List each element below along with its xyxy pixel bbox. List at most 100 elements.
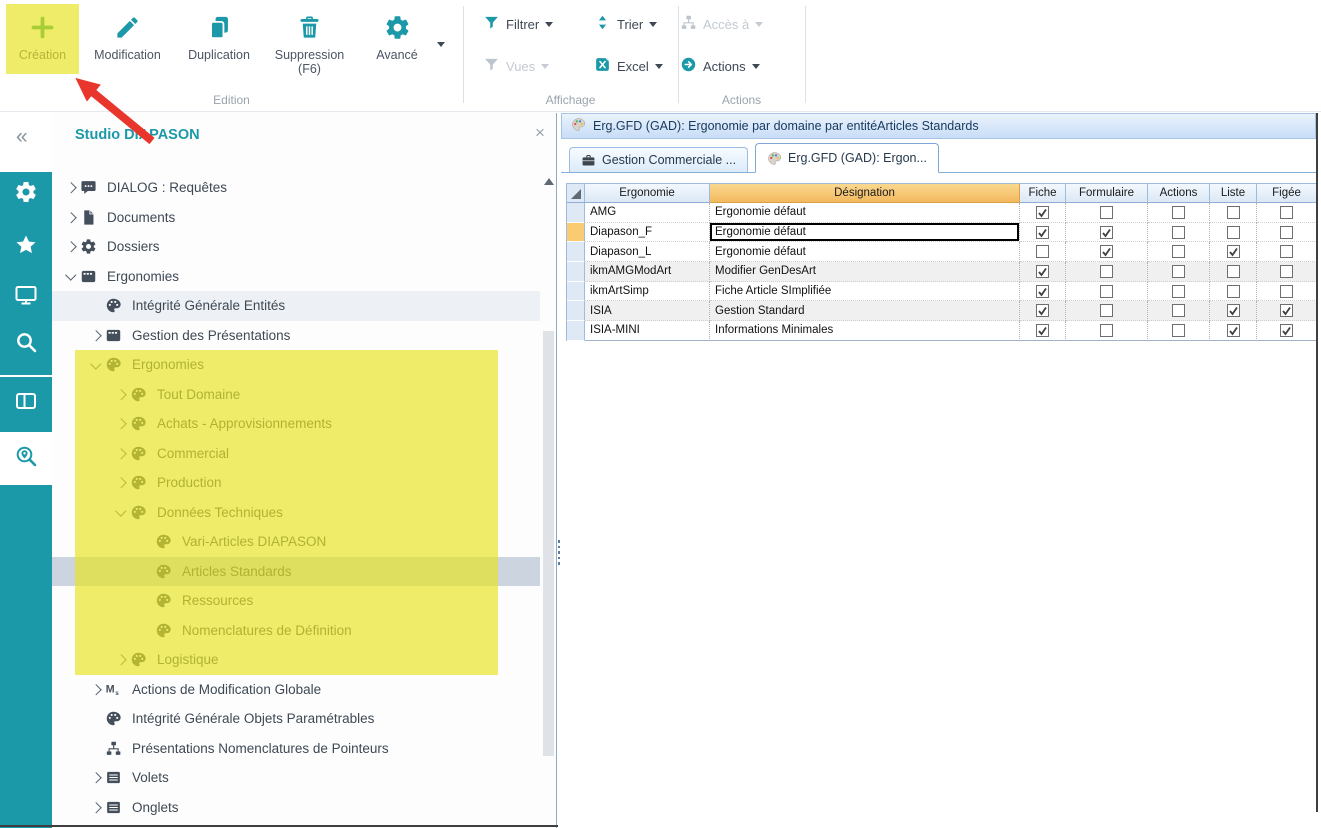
cell-designation[interactable]: Fiche Article SImplifiée [710,282,1020,302]
row-header[interactable] [567,282,585,302]
close-icon[interactable]: × [535,123,545,143]
checkbox-formulaire[interactable] [1066,301,1148,321]
tree-item-volets[interactable]: Volets [52,763,540,793]
tree-item-nomenclatures-de-definition[interactable]: Nomenclatures de Définition [52,616,540,646]
checkbox-figee[interactable] [1257,282,1317,302]
checkbox-actions[interactable] [1148,321,1210,341]
column-header-designation[interactable]: Désignation [710,183,1020,203]
ribbon-button-avance[interactable]: Avancé [357,2,437,76]
cell-ergonomie[interactable]: ikmAMGModArt [585,262,710,282]
checkbox-formulaire[interactable] [1066,321,1148,341]
chevron-down-icon[interactable] [62,274,80,279]
column-header-fiche[interactable]: Fiche [1020,183,1066,203]
cell-designation[interactable]: Ergonomie défaut [710,242,1020,262]
column-header-liste[interactable]: Liste [1210,183,1257,203]
grid-corner-cell[interactable] [567,183,585,203]
tree-scrollbar[interactable] [542,173,555,828]
tree-item-articles-standards[interactable]: Articles Standards [52,557,540,587]
tree-item-dialog-requetes[interactable]: DIALOG : Requêtes [52,173,540,203]
checkbox-liste[interactable] [1210,301,1257,321]
chevron-right-icon[interactable] [112,656,130,664]
cell-ergonomie[interactable]: ISIA [585,301,710,321]
tree-item-donnees-techniques[interactable]: Données Techniques [52,498,540,528]
chevron-right-icon[interactable] [62,184,80,192]
tab-erg-gfd-gad-ergon[interactable]: Erg.GFD (GAD): Ergon... [755,143,939,173]
ribbon-button-actions[interactable]: Actions [680,56,760,76]
checkbox-liste[interactable] [1210,282,1257,302]
checkbox-liste[interactable] [1210,262,1257,282]
tree-item-documents[interactable]: Documents [52,203,540,233]
chevron-right-icon[interactable] [87,686,105,694]
row-header[interactable] [567,321,585,341]
activity-item-monitor[interactable] [0,273,52,321]
tree-item-integrite-generale-objets-parametrables[interactable]: Intégrité Générale Objets Paramétrables [52,704,540,734]
checkbox-liste[interactable] [1210,242,1257,262]
cell-ergonomie[interactable]: ISIA-MINI [585,321,710,341]
tab-gestion-commerciale[interactable]: Gestion Commerciale ... [569,147,748,172]
column-header-ergonomie[interactable]: Ergonomie [585,183,710,203]
ribbon-button-creation[interactable]: Création [6,2,79,76]
checkbox-figee[interactable] [1257,203,1317,223]
checkbox-fiche[interactable] [1020,262,1066,282]
chevron-right-icon[interactable] [112,479,130,487]
tree-item-onglets[interactable]: Onglets [52,793,540,823]
tree-item-presentations-nomenclatures-de-pointeurs[interactable]: Présentations Nomenclatures de Pointeurs [52,734,540,764]
collapse-panel-icon[interactable]: « [16,125,28,149]
cell-ergonomie[interactable]: ikmArtSimp [585,282,710,302]
cell-designation[interactable]: Informations Minimales [710,321,1020,341]
chevron-down-icon[interactable] [112,510,130,515]
tree-item-commercial[interactable]: Commercial [52,439,540,469]
checkbox-actions[interactable] [1148,301,1210,321]
checkbox-figee[interactable] [1257,301,1317,321]
ribbon-button-suppression[interactable]: Suppression(F6) [262,2,357,76]
ribbon-button-excel[interactable]: Excel [594,56,663,76]
checkbox-liste[interactable] [1210,321,1257,341]
checkbox-fiche[interactable] [1020,242,1066,262]
tree-item-ressources[interactable]: Ressources [52,586,540,616]
ribbon-button-duplication[interactable]: Duplication [176,2,262,76]
row-header[interactable] [567,262,585,282]
checkbox-figee[interactable] [1257,223,1317,243]
tree-item-achats-approvisionnements[interactable]: Achats - Approvisionnements [52,409,540,439]
tree-item-dossiers[interactable]: Dossiers [52,232,540,262]
cell-ergonomie[interactable]: Diapason_F [585,223,710,243]
cell-designation[interactable]: Ergonomie défaut [710,203,1020,223]
checkbox-actions[interactable] [1148,203,1210,223]
tree-item-ergonomies[interactable]: Ergonomies [52,262,540,292]
checkbox-fiche[interactable] [1020,301,1066,321]
checkbox-actions[interactable] [1148,282,1210,302]
cell-ergonomie[interactable]: Diapason_L [585,242,710,262]
activity-item-wheel[interactable] [0,170,52,218]
activity-item-columns[interactable] [0,379,52,427]
checkbox-formulaire[interactable] [1066,282,1148,302]
chevron-right-icon[interactable] [62,243,80,251]
checkbox-figee[interactable] [1257,262,1317,282]
column-header-actions[interactable]: Actions [1148,183,1210,203]
checkbox-formulaire[interactable] [1066,223,1148,243]
chevron-right-icon[interactable] [112,450,130,458]
tree-item-gestion-des-presentations[interactable]: Gestion des Présentations [52,321,540,351]
row-header[interactable] [567,301,585,321]
column-header-figee[interactable]: Figée [1257,183,1317,203]
tree-item-actions-de-modification-globale[interactable]: Ms Actions de Modification Globale [52,675,540,705]
checkbox-actions[interactable] [1148,242,1210,262]
tree-item-tout-domaine[interactable]: Tout Domaine [52,380,540,410]
cell-designation[interactable]: Gestion Standard [710,301,1020,321]
checkbox-fiche[interactable] [1020,223,1066,243]
checkbox-fiche[interactable] [1020,203,1066,223]
chevron-right-icon[interactable] [87,332,105,340]
tree-item-logistique[interactable]: Logistique [52,645,540,675]
tree-item-ergonomies[interactable]: Ergonomies [52,350,540,380]
row-header[interactable] [567,223,585,243]
tree-item-vari-articles-diapason[interactable]: Vari-Articles DIAPASON [52,527,540,557]
ribbon-button-trier[interactable]: Trier [594,14,657,34]
chevron-right-icon[interactable] [112,420,130,428]
checkbox-liste[interactable] [1210,223,1257,243]
cell-designation[interactable]: Ergonomie défaut [710,223,1020,243]
checkbox-fiche[interactable] [1020,282,1066,302]
activity-item-star[interactable] [0,223,52,271]
checkbox-figee[interactable] [1257,321,1317,341]
chevron-right-icon[interactable] [62,214,80,222]
row-header[interactable] [567,203,585,223]
ribbon-button-filtrer[interactable]: Filtrer [483,14,553,34]
